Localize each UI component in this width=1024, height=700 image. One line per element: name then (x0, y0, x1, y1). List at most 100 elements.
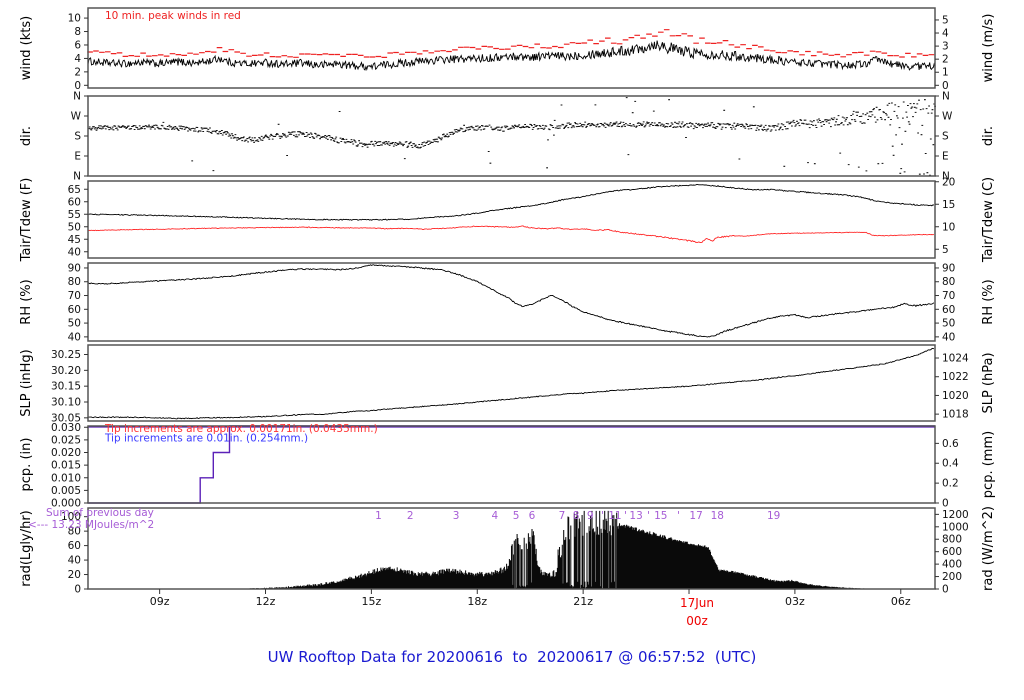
left-tick-label: 8 (74, 26, 81, 38)
right-tick-label: 0.2 (942, 478, 959, 490)
figure-title: UW Rooftop Data for 20200616 to 20200617… (267, 648, 757, 666)
x-tick-label-date: 17Jun (680, 596, 714, 610)
series-wind-direction (88, 97, 936, 176)
right-tick-label: 0 (942, 498, 949, 510)
panel-temp: 404550556065 5 10 15 20 Tair/Tdew (F) Tair/Tde… (19, 176, 996, 263)
left-tick-label: 80 (68, 276, 81, 288)
panel-annotation: 10 min. peak winds in red (105, 10, 241, 22)
right-axis-title-pcp: pcp. (mm) (981, 431, 996, 498)
rad-cumulative-mark: ' (647, 510, 650, 522)
right-tick-label: 600 (942, 546, 962, 558)
x-tick-label: 12z (256, 595, 276, 608)
left-tick-label: 0.020 (51, 447, 81, 459)
right-tick-label: S (942, 131, 949, 143)
rad-cumulative-mark: 5 (513, 510, 520, 522)
left-tick-label: 60 (68, 540, 81, 552)
x-tick-label-hour: 00z (686, 614, 708, 628)
left-axis-title-temp: Tair/Tdew (F) (19, 178, 34, 263)
series-wind-peak-10min (87, 29, 935, 58)
panel-annotation: Sum of previous day (46, 507, 154, 519)
right-axis-title-wind: wind (m/s) (981, 14, 996, 83)
rad-cumulative-mark: 17 (689, 510, 702, 522)
left-tick-label: 0.025 (51, 434, 81, 446)
panel-pcp: 0.0000.0050.0100.0150.0200.0250.03000.20… (19, 422, 996, 510)
right-tick-label: 60 (942, 304, 955, 316)
right-tick-label: W (942, 111, 953, 123)
left-tick-label: 2 (74, 66, 81, 78)
rad-cumulative-mark: 2 (407, 510, 414, 522)
rad-cumulative-mark: 6 (529, 510, 536, 522)
rad-cumulative-mark: 15 (654, 510, 667, 522)
panel-border-slp (87, 344, 936, 422)
right-tick-label: 1 (942, 67, 949, 79)
left-tick-label: 20 (68, 569, 81, 581)
right-tick-label: 1020 (942, 390, 969, 402)
left-tick-label: 70 (68, 290, 81, 302)
left-tick-label: 50 (68, 221, 81, 233)
rad-cumulative-mark: ' (601, 510, 604, 522)
right-tick-label: 200 (942, 571, 962, 583)
right-tick-label: 1024 (942, 353, 969, 365)
left-tick-label: 30.10 (51, 397, 81, 409)
left-tick-label: 10 (68, 13, 81, 25)
rad-cumulative-mark: 3 (453, 510, 460, 522)
right-axis-title-dir: dir. (981, 126, 996, 146)
right-tick-label: 80 (942, 276, 955, 288)
x-tick-label: 21z (573, 595, 593, 608)
left-tick-label: 30.25 (51, 349, 81, 361)
right-tick-label: 1022 (942, 371, 969, 383)
series-solar-radiation (87, 510, 887, 589)
left-tick-label: 40 (68, 246, 81, 258)
right-tick-label: E (942, 151, 949, 163)
left-axis-title-wind: wind (kts) (19, 16, 34, 80)
right-axis-title-rad: rad (W/m^2) (981, 506, 996, 591)
left-tick-label: 30.15 (51, 381, 81, 393)
right-tick-label: 90 (942, 262, 955, 274)
right-tick-label: 10 (942, 221, 955, 233)
rad-cumulative-mark: 18 (711, 510, 724, 522)
x-tick-label: 15z (362, 595, 382, 608)
left-tick-label: 90 (68, 262, 81, 274)
right-tick-label: 1000 (942, 521, 969, 533)
rad-cumulative-mark: 4 (492, 510, 499, 522)
x-tick-label: 09z (150, 595, 170, 608)
rad-cumulative-mark: 8 (573, 510, 580, 522)
left-tick-label: 0.005 (51, 485, 81, 497)
right-tick-label: 40 (942, 331, 955, 343)
rad-cumulative-mark: 7 (559, 510, 566, 522)
left-axis-title-pcp: pcp. (in) (19, 438, 34, 492)
left-tick-label: 45 (68, 234, 81, 246)
right-tick-label: 400 (942, 559, 962, 571)
left-axis-title-slp: SLP (inHg) (19, 349, 34, 417)
rad-cumulative-mark: 13 (629, 510, 642, 522)
right-tick-label: 0.6 (942, 438, 959, 450)
left-tick-label: N (73, 171, 81, 183)
left-tick-label: 55 (68, 209, 81, 221)
panel-slp: 30.0530.1030.1530.2030.25101810201022102… (19, 344, 996, 424)
panel-annotation: <--- 13.23 MJoules/m^2 (28, 519, 154, 531)
left-tick-label: 40 (68, 555, 81, 567)
right-tick-label: 800 (942, 534, 962, 546)
left-tick-label: 6 (74, 39, 81, 51)
x-tick-label: 06z (891, 595, 911, 608)
left-tick-label: E (74, 151, 81, 163)
right-tick-label: 0 (942, 584, 949, 596)
left-tick-label: 0.010 (51, 472, 81, 484)
right-tick-label: 70 (942, 290, 955, 302)
left-tick-label: 0 (74, 584, 81, 596)
rad-cumulative-mark: ' (624, 510, 627, 522)
left-tick-label: 40 (68, 331, 81, 343)
left-tick-label: 4 (74, 53, 81, 65)
series-sea-level-pressure (87, 347, 935, 420)
right-tick-label: 1200 (942, 509, 969, 521)
x-tick-label: 03z (785, 595, 805, 608)
right-tick-label: 50 (942, 318, 955, 330)
panel-border-dir (87, 95, 936, 177)
right-axis-title-rh: RH (%) (981, 279, 996, 324)
left-tick-label: 50 (68, 318, 81, 330)
series-tdew-f (87, 225, 934, 244)
left-tick-label: 0.030 (51, 422, 81, 434)
right-axis-title-slp: SLP (hPa) (981, 352, 996, 413)
panel-border-rh (87, 262, 936, 342)
series-wind-speed-kts (87, 40, 936, 71)
